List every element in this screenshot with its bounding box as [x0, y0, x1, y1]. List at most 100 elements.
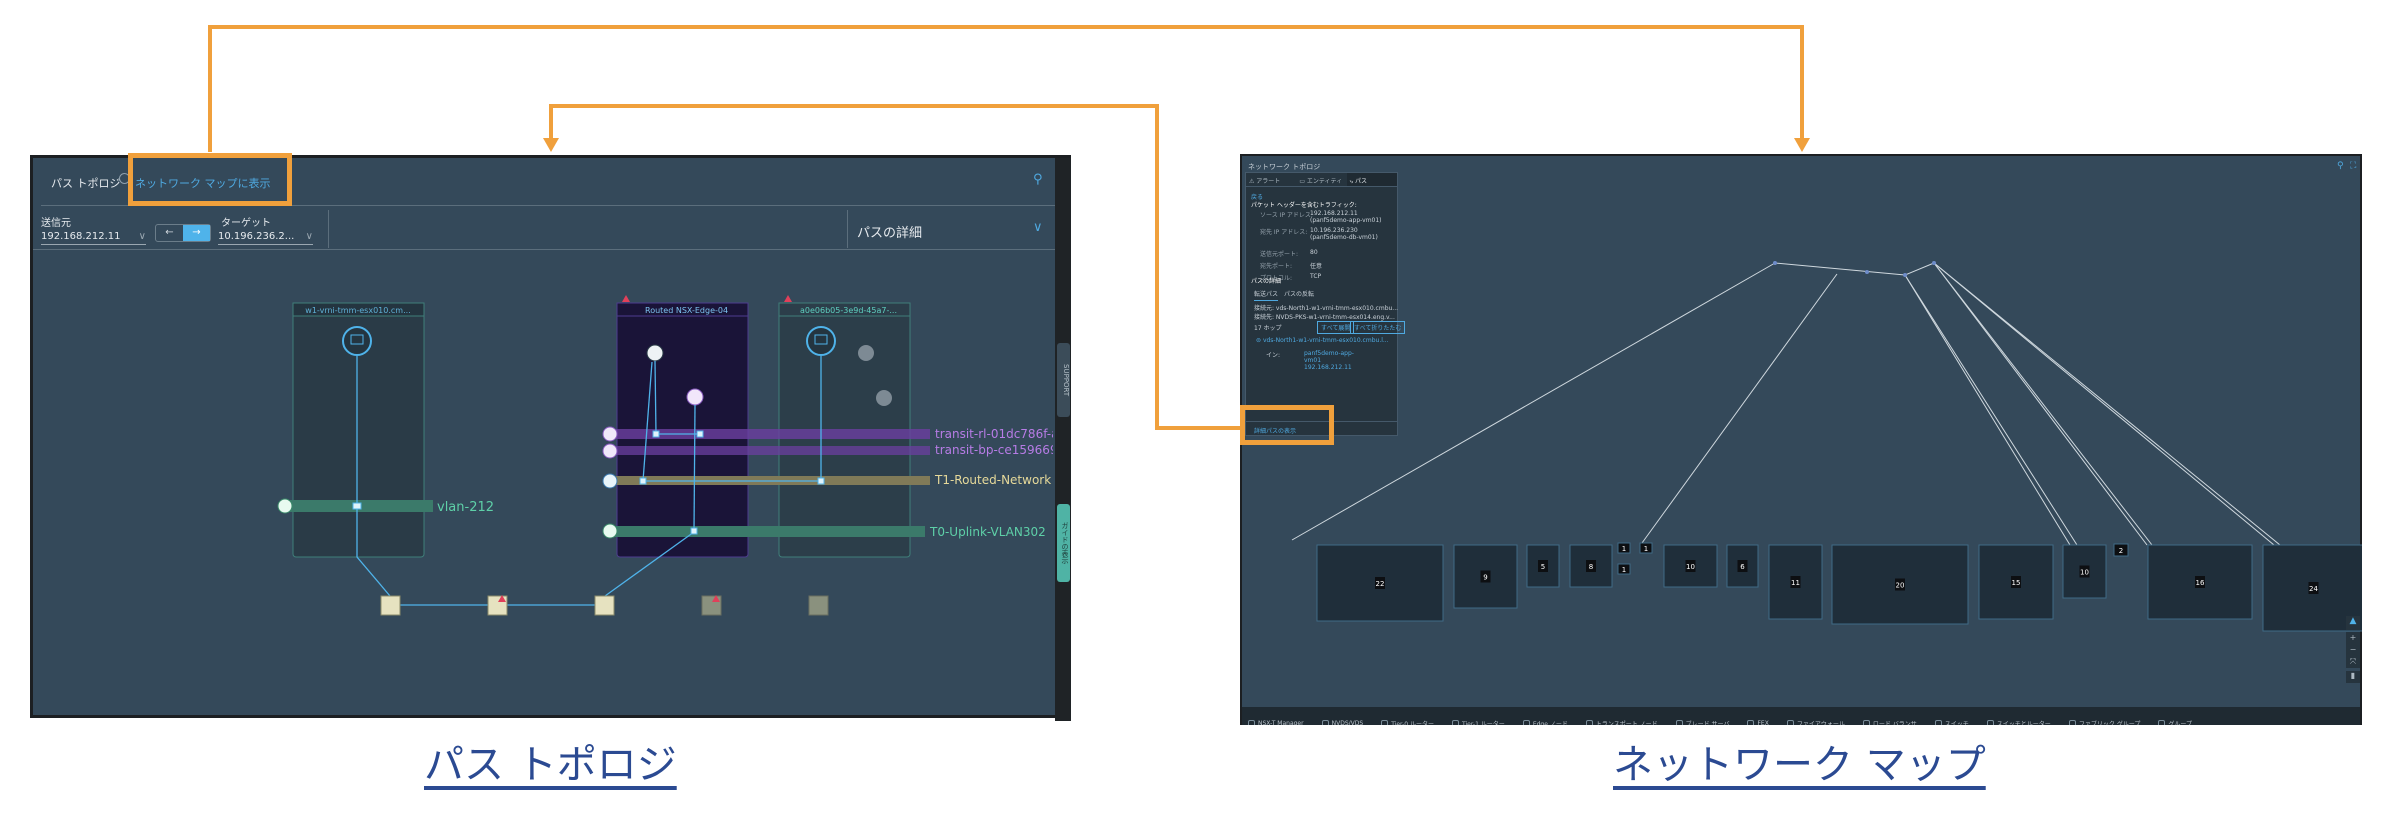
side-strip [1055, 158, 1071, 721]
legend-icon [1786, 720, 1794, 725]
legend-item[interactable]: ファイアウォール [1786, 719, 1845, 725]
edge-node [808, 595, 829, 616]
router-icon [646, 344, 664, 362]
map-group[interactable]: 11 [1768, 544, 1823, 620]
legend-item[interactable]: スイッチとルーター [1986, 719, 2051, 725]
path-topology-panel: パス トポロジ ネットワーク マップに表示 ⚲ 送信元 192.168.212.… [30, 153, 1071, 721]
group-count: 5 [1541, 563, 1545, 571]
tab-entities[interactable]: ▭ エンティティ [1296, 173, 1346, 186]
edge-node [380, 595, 401, 616]
group-count: 22 [1376, 580, 1385, 588]
legend-icon [1452, 720, 1459, 725]
legend-item[interactable]: ファブリック グループ [2068, 719, 2140, 725]
group-count: 20 [1896, 582, 1905, 590]
legend-item[interactable]: スイッチ [1934, 719, 1969, 725]
field-value: 10.196.236.230 (panf5demo-db-vm01) [1310, 227, 1378, 241]
map-link [1641, 273, 1838, 544]
switch-icon [602, 443, 618, 459]
panel-toggle-icon[interactable]: ▮ [2346, 671, 2360, 683]
tab-forward-path[interactable]: 転送パス [1254, 289, 1279, 301]
map-group[interactable]: 22 [1316, 544, 1444, 622]
legend-icon [2068, 720, 2076, 725]
path-lines [356, 356, 822, 606]
map-link [1933, 262, 2281, 546]
group-count: 2 [2119, 547, 2123, 555]
tab-alerts[interactable]: ⚠ アラート [1246, 173, 1296, 186]
zoom-controls[interactable]: + − ⤧ [2346, 632, 2360, 668]
field-value: 80 [1310, 249, 1318, 256]
tab-path[interactable]: ⤷ パス [1346, 173, 1397, 186]
map-group[interactable]: 1 [1617, 563, 1631, 575]
alert-icon [622, 295, 630, 302]
legend-item[interactable]: ブレード サーバ [1675, 719, 1729, 725]
group-count: 11 [1791, 579, 1800, 587]
legend-item[interactable]: NSX-T Manager [1248, 720, 1304, 725]
legend-item[interactable]: トランスポート ノード [1585, 719, 1658, 725]
legend-item[interactable]: FEX [1747, 720, 1769, 725]
navigate-icon[interactable]: ▲ [2346, 616, 2360, 630]
map-group[interactable]: 10 [1663, 544, 1718, 588]
hop-item[interactable]: ⊜ vds-North1-w1-vrni-tmm-esx010.cmbu.l..… [1256, 337, 1389, 344]
field-label: 送信元ポート: [1260, 251, 1299, 258]
group-count: 8 [1589, 563, 1593, 571]
topology-diagram: w1-vrni-tmm-esx010.cm... Routed NSX-Edge… [277, 295, 1053, 616]
legend-icon [1248, 720, 1255, 725]
guide-tab[interactable]: ガイドの表示 [1057, 504, 1070, 582]
legend-bar: NSX-T Manager NVDS/VDS Tier-0 ルーター Tier-1 ル… [1242, 707, 2360, 725]
map-group[interactable]: 15 [1978, 544, 2054, 620]
in-value[interactable]: panf5demo-app-vm01 192.168.212.11 [1304, 350, 1364, 371]
map-node [1903, 273, 1907, 277]
map-group[interactable]: 10 [2062, 544, 2107, 599]
legend-item[interactable]: Tier-0 ルーター [1381, 719, 1434, 725]
network-label: transit-rl-01dc786f-a... [935, 427, 1053, 441]
map-group[interactable]: 2 [2113, 543, 2129, 557]
map-group[interactable]: 8 [1569, 544, 1613, 588]
map-group[interactable]: 20 [1831, 544, 1969, 625]
network-label: vlan-212 [437, 500, 494, 515]
map-link [1904, 262, 1935, 276]
legend-item[interactable]: NVDS/VDS [1321, 720, 1363, 725]
legend-item[interactable]: グループ [2158, 719, 2192, 725]
network-label: T1-Routed-Network [934, 473, 1051, 487]
legend-icon [1522, 720, 1530, 725]
legend-icon [1381, 720, 1389, 725]
support-tab[interactable]: SUPPORT [1057, 343, 1070, 417]
vm-icon [806, 326, 836, 356]
network-map-canvas: 2295 81 11 10 611 20 151021624 [1291, 261, 2362, 632]
map-group[interactable]: 6 [1726, 544, 1759, 588]
collapse-all-button[interactable]: すべて折りたたむ [1350, 321, 1406, 334]
field-label: 宛先 IP アドレス: [1260, 229, 1308, 236]
map-link [1774, 262, 1906, 276]
traffic-heading: パケット ヘッダーを含むトラフィック: [1251, 202, 1357, 209]
legend-item[interactable]: Tier-1 ルーター [1452, 719, 1505, 725]
in-label: イン: [1266, 352, 1281, 359]
map-node [1932, 261, 1936, 265]
field-label: ソース IP アドレス: [1260, 212, 1313, 219]
tab-reverse-path[interactable]: パスの反転 [1284, 289, 1314, 298]
group-count: 1 [1644, 545, 1648, 553]
caption-path-topology[interactable]: パス トポロジ [424, 732, 677, 790]
box-title: Routed NSX-Edge-04 [645, 306, 728, 315]
alert-icon [784, 295, 792, 302]
map-group[interactable]: 5 [1526, 544, 1560, 588]
map-group[interactable]: 9 [1453, 544, 1518, 609]
network-map-panel: ネットワーク トポロジ ⚲ ⛶ 22 9 5 8 1 1 1 10 6 11 20 15 10 2 16 24… [1240, 154, 2362, 725]
caption-network-map[interactable]: ネットワーク マップ [1613, 732, 1986, 790]
edge-node [594, 595, 615, 616]
network-label: T0-Uplink-VLAN302 [929, 525, 1046, 539]
legend-item[interactable]: ロード バランサ [1862, 719, 1917, 725]
highlight-box [128, 153, 292, 206]
map-group[interactable]: 16 [2147, 544, 2253, 620]
field-value: 任意 [1310, 263, 1323, 270]
legend-icon [1321, 720, 1329, 725]
expand-all-button[interactable]: すべて展開 [1317, 321, 1355, 334]
nat-router-icon [686, 388, 704, 406]
legend-item[interactable]: Edge ノード [1522, 719, 1568, 725]
field-label: 宛先ポート: [1260, 263, 1293, 270]
path-detail-sidepanel: ⚠ アラート ▭ エンティティ ⤷ パス 戻る パケット ヘッダーを含むトラフィ… [1245, 172, 1406, 436]
map-link [1933, 262, 2153, 546]
map-group[interactable]: 1 [1639, 542, 1653, 554]
group-count: 16 [2196, 579, 2205, 587]
legend-icon [1862, 720, 1870, 725]
map-group[interactable]: 1 [1617, 542, 1631, 554]
